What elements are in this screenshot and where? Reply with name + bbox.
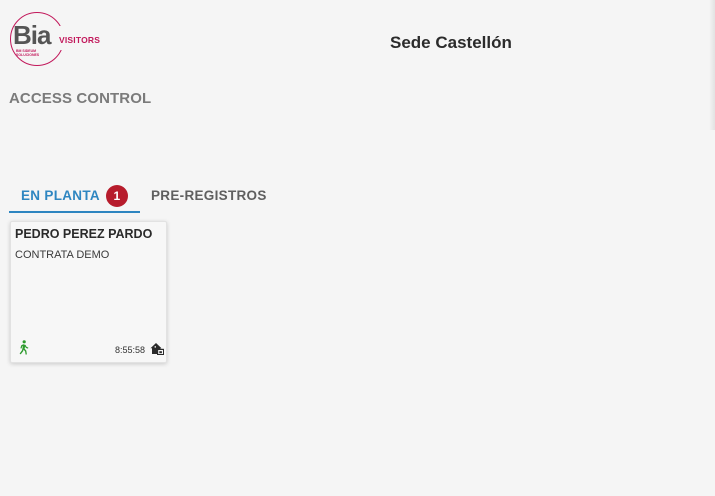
logo-word: Bia	[13, 20, 51, 50]
site-title: Sede Castellón	[390, 33, 512, 52]
visitor-name: PEDRO PEREZ PARDO	[15, 227, 153, 241]
tab-pre-registros[interactable]: PRE-REGISTROS	[140, 178, 279, 213]
tab-pre-registros-label: PRE-REGISTROS	[151, 188, 267, 203]
page-title: ACCESS CONTROL	[9, 90, 152, 107]
bia-visitors-logo[interactable]: Bia BM SIDEUM SOLUCIONES VISITORS	[8, 12, 108, 68]
access-control-page: Bia BM SIDEUM SOLUCIONES VISITORS Sede C…	[0, 0, 715, 496]
walking-person-icon	[19, 340, 29, 355]
tab-en-planta[interactable]: EN PLANTA 1	[9, 178, 140, 213]
tab-en-planta-label: EN PLANTA	[21, 188, 100, 203]
logo-visitors-text: VISITORS	[59, 35, 101, 45]
count-badge: 1	[105, 184, 128, 207]
visitor-company: CONTRATA DEMO	[15, 249, 110, 261]
entry-time: 8:55:58	[115, 345, 146, 355]
home-building-icon	[150, 343, 164, 355]
side-panel-shadow	[709, 0, 715, 130]
visitor-card[interactable]: PEDRO PEREZ PARDO CONTRATA DEMO 8:55:58	[10, 221, 167, 363]
logo-tagline: BM SIDEUM SOLUCIONES	[16, 49, 40, 57]
visitor-tabs: EN PLANTA 1 PRE-REGISTROS	[9, 178, 279, 213]
